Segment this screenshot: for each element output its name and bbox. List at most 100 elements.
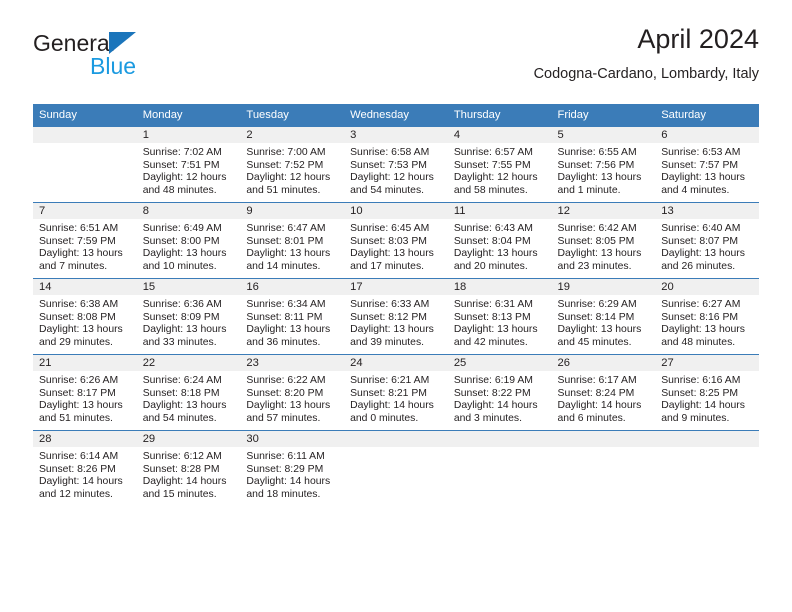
daylight-duration-line2: and 23 minutes. (557, 260, 632, 272)
calendar-day-cell[interactable]: 23 Sunrise: 6:22 AM Sunset: 8:20 PM Dayligh… (240, 354, 345, 431)
daylight-duration-line2: and 29 minutes. (39, 336, 113, 348)
sunrise-time: Sunrise: 6:55 AM (557, 147, 637, 158)
sunset-time: Sunset: 8:04 PM (453, 235, 531, 247)
calendar-day-cell[interactable]: 12 Sunrise: 6:42 AM Sunset: 8:05 PM Dayligh… (551, 202, 656, 279)
calendar-day-cell[interactable]: 3 Sunrise: 6:58 AM Sunset: 7:53 PM Daylight… (344, 126, 448, 203)
day-number: 2 (240, 127, 345, 143)
day-details: Sunrise: 6:38 AM Sunset: 8:08 PM Daylight:… (33, 295, 137, 349)
day-number: 8 (136, 203, 241, 219)
sunrise-time: Sunrise: 6:47 AM (246, 223, 326, 234)
day-number: 27 (655, 355, 759, 371)
daylight-duration-line1: Daylight: 12 hours (246, 172, 331, 184)
calendar-day-cell[interactable]: 24 Sunrise: 6:21 AM Sunset: 8:21 PM Dayligh… (344, 354, 448, 431)
daylight-duration-line2: and 7 minutes. (39, 260, 108, 272)
daylight-duration-line1: Daylight: 13 hours (350, 324, 434, 336)
daylight-duration-line2: and 17 minutes. (350, 260, 425, 272)
daylight-duration-line2: and 15 minutes. (142, 488, 217, 500)
generalblue-logo[interactable]: General Blue (33, 30, 243, 90)
calendar-day-cell[interactable]: 15 Sunrise: 6:36 AM Sunset: 8:09 PM Dayligh… (136, 278, 241, 355)
sunrise-time: Sunrise: 6:53 AM (661, 147, 741, 158)
calendar-day-cell[interactable]: 8 Sunrise: 6:49 AM Sunset: 8:00 PM Daylight… (136, 202, 241, 279)
daylight-duration-line1: Daylight: 13 hours (453, 324, 538, 336)
calendar-day-cell[interactable]: 27 Sunrise: 6:16 AM Sunset: 8:25 PM Dayligh… (655, 354, 759, 431)
weekday-header-friday: Friday (551, 104, 656, 127)
day-details: Sunrise: 6:12 AM Sunset: 8:28 PM Daylight:… (137, 447, 241, 501)
location-subtitle: Codogna-Cardano, Lombardy, Italy (533, 66, 759, 82)
calendar-day-cell-empty (344, 430, 448, 506)
day-number (551, 431, 656, 447)
daylight-duration-line1: Daylight: 14 hours (246, 476, 331, 488)
sunrise-sunset-calendar-table: Sunday Monday Tuesday Wednesday Thursday… (33, 104, 759, 506)
calendar-day-cell[interactable]: 9 Sunrise: 6:47 AM Sunset: 8:01 PM Daylight… (240, 202, 345, 279)
sunrise-time: Sunrise: 6:57 AM (453, 147, 533, 158)
daylight-duration-line1: Daylight: 12 hours (350, 172, 434, 184)
calendar-day-cell-empty (655, 430, 759, 506)
day-details: Sunrise: 6:47 AM Sunset: 8:01 PM Daylight:… (240, 219, 344, 273)
calendar-day-cell[interactable]: 16 Sunrise: 6:34 AM Sunset: 8:11 PM Dayligh… (240, 278, 345, 355)
calendar-day-cell[interactable]: 11 Sunrise: 6:43 AM Sunset: 8:04 PM Dayligh… (447, 202, 552, 279)
calendar-day-cell[interactable]: 2 Sunrise: 7:00 AM Sunset: 7:52 PM Daylight… (240, 126, 345, 203)
sunrise-time: Sunrise: 6:43 AM (453, 223, 533, 234)
daylight-duration-line1: Daylight: 14 hours (557, 400, 642, 412)
calendar-day-cell[interactable]: 6 Sunrise: 6:53 AM Sunset: 7:57 PM Daylight… (655, 126, 759, 203)
calendar-day-cell[interactable]: 20 Sunrise: 6:27 AM Sunset: 8:16 PM Dayligh… (655, 278, 759, 355)
sunset-time: Sunset: 8:13 PM (453, 311, 531, 323)
day-number (655, 431, 759, 447)
daylight-duration-line1: Daylight: 13 hours (246, 400, 331, 412)
sunset-time: Sunset: 7:53 PM (350, 159, 427, 171)
calendar-day-cell[interactable]: 28 Sunrise: 6:14 AM Sunset: 8:26 PM Dayligh… (33, 430, 137, 506)
day-details: Sunrise: 7:02 AM Sunset: 7:51 PM Daylight:… (137, 143, 241, 197)
sunset-time: Sunset: 8:25 PM (661, 387, 739, 399)
day-details: Sunrise: 6:34 AM Sunset: 8:11 PM Daylight:… (240, 295, 344, 349)
daylight-duration-line2: and 10 minutes. (142, 260, 217, 272)
daylight-duration-line2: and 18 minutes. (246, 488, 321, 500)
calendar-day-cell[interactable]: 21 Sunrise: 6:26 AM Sunset: 8:17 PM Dayligh… (33, 354, 137, 431)
day-details: Sunrise: 6:16 AM Sunset: 8:25 PM Daylight:… (655, 371, 759, 425)
day-details: Sunrise: 6:27 AM Sunset: 8:16 PM Daylight:… (655, 295, 759, 349)
weekday-header-wednesday: Wednesday (344, 104, 448, 127)
daylight-duration-line2: and 42 minutes. (453, 336, 528, 348)
calendar-day-cell[interactable]: 26 Sunrise: 6:17 AM Sunset: 8:24 PM Dayligh… (551, 354, 656, 431)
calendar-body: 1 Sunrise: 7:02 AM Sunset: 7:51 PM Daylight… (33, 126, 759, 506)
sunset-time: Sunset: 8:20 PM (246, 387, 324, 399)
calendar-day-cell[interactable]: 22 Sunrise: 6:24 AM Sunset: 8:18 PM Dayligh… (136, 354, 241, 431)
sunset-time: Sunset: 8:28 PM (142, 463, 220, 475)
calendar-day-cell[interactable]: 1 Sunrise: 7:02 AM Sunset: 7:51 PM Daylight… (136, 126, 241, 203)
calendar-day-cell[interactable]: 25 Sunrise: 6:19 AM Sunset: 8:22 PM Dayligh… (447, 354, 552, 431)
calendar-day-cell[interactable]: 29 Sunrise: 6:12 AM Sunset: 8:28 PM Dayligh… (136, 430, 241, 506)
sunset-time: Sunset: 7:59 PM (39, 235, 116, 247)
calendar-day-cell[interactable]: 19 Sunrise: 6:29 AM Sunset: 8:14 PM Dayligh… (551, 278, 656, 355)
day-details: Sunrise: 6:21 AM Sunset: 8:21 PM Daylight:… (344, 371, 448, 425)
weekday-header-thursday: Thursday (447, 104, 552, 127)
calendar-day-cell-empty (447, 430, 552, 506)
day-number: 14 (33, 279, 137, 295)
calendar-day-cell[interactable]: 13 Sunrise: 6:40 AM Sunset: 8:07 PM Dayligh… (655, 202, 759, 279)
daylight-duration-line2: and 6 minutes. (557, 412, 626, 424)
sunrise-time: Sunrise: 6:19 AM (453, 375, 533, 386)
weekday-header-row: Sunday Monday Tuesday Wednesday Thursday… (33, 104, 759, 127)
day-number: 9 (240, 203, 345, 219)
calendar-day-cell[interactable]: 14 Sunrise: 6:38 AM Sunset: 8:08 PM Dayligh… (33, 278, 137, 355)
daylight-duration-line2: and 57 minutes. (246, 412, 321, 424)
calendar-week-row: 14 Sunrise: 6:38 AM Sunset: 8:08 PM Dayligh… (33, 278, 759, 355)
calendar-day-cell[interactable]: 5 Sunrise: 6:55 AM Sunset: 7:56 PM Daylight… (551, 126, 656, 203)
calendar-day-cell-empty (551, 430, 656, 506)
calendar-day-cell[interactable]: 17 Sunrise: 6:33 AM Sunset: 8:12 PM Dayligh… (344, 278, 448, 355)
weekday-header-saturday: Saturday (655, 104, 759, 127)
day-number: 24 (344, 355, 448, 371)
sunrise-time: Sunrise: 7:02 AM (142, 147, 222, 158)
day-number: 22 (136, 355, 241, 371)
day-details: Sunrise: 6:45 AM Sunset: 8:03 PM Daylight:… (344, 219, 448, 273)
calendar-day-cell[interactable]: 30 Sunrise: 6:11 AM Sunset: 8:29 PM Dayligh… (240, 430, 345, 506)
calendar-day-cell[interactable]: 18 Sunrise: 6:31 AM Sunset: 8:13 PM Dayligh… (447, 278, 552, 355)
day-number: 21 (33, 355, 137, 371)
day-number: 10 (344, 203, 448, 219)
day-number: 7 (33, 203, 137, 219)
sunrise-time: Sunrise: 6:38 AM (39, 299, 119, 310)
sunset-time: Sunset: 8:24 PM (557, 387, 635, 399)
daylight-duration-line1: Daylight: 13 hours (246, 248, 331, 260)
calendar-day-cell[interactable]: 7 Sunrise: 6:51 AM Sunset: 7:59 PM Daylight… (33, 202, 137, 279)
sunset-time: Sunset: 7:52 PM (246, 159, 324, 171)
calendar-day-cell[interactable]: 10 Sunrise: 6:45 AM Sunset: 8:03 PM Dayligh… (344, 202, 448, 279)
calendar-day-cell[interactable]: 4 Sunrise: 6:57 AM Sunset: 7:55 PM Daylight… (447, 126, 552, 203)
